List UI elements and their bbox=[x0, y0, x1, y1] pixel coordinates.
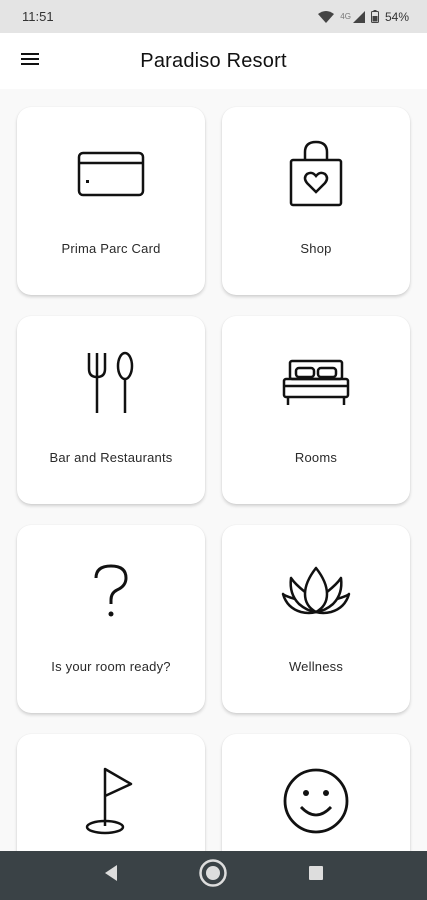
wifi-icon bbox=[318, 10, 335, 23]
shopping-bag-heart-icon bbox=[222, 139, 410, 209]
tile-bar-and-restaurants[interactable]: Bar and Restaurants bbox=[17, 316, 205, 504]
golf-flag-icon bbox=[17, 766, 205, 836]
back-triangle-icon bbox=[103, 864, 119, 887]
tile-label: Is your room ready? bbox=[51, 659, 171, 674]
status-icons: 4G 54% bbox=[318, 10, 409, 24]
tile-label: Rooms bbox=[294, 450, 338, 465]
tile-grid: Prima Parc Card Shop Bar and Restaurants… bbox=[17, 107, 410, 851]
status-bar: 11:51 4G 54% bbox=[0, 0, 427, 33]
page-title: Paradiso Resort bbox=[140, 50, 287, 72]
recents-square-icon bbox=[308, 865, 324, 886]
tile-prima-parc-card[interactable]: Prima Parc Card bbox=[17, 107, 205, 295]
system-nav-bar bbox=[0, 851, 427, 900]
tile-label: Shop bbox=[300, 241, 332, 256]
battery-percent: 54% bbox=[384, 9, 409, 24]
tile-golf[interactable] bbox=[17, 734, 205, 851]
tile-rooms[interactable]: Rooms bbox=[222, 316, 410, 504]
cell-signal-icon bbox=[352, 10, 365, 23]
fork-spoon-icon bbox=[17, 348, 205, 418]
credit-card-icon bbox=[17, 139, 205, 209]
home-circle-icon bbox=[198, 858, 228, 893]
tile-label: Bar and Restaurants bbox=[49, 450, 173, 465]
back-button[interactable] bbox=[91, 856, 131, 896]
tile-label: Wellness bbox=[288, 659, 344, 674]
question-mark-icon bbox=[17, 557, 205, 627]
home-button[interactable] bbox=[193, 856, 233, 896]
battery-icon bbox=[370, 10, 379, 23]
hamburger-menu-icon bbox=[20, 51, 40, 72]
app-bar: Paradiso Resort bbox=[0, 33, 427, 89]
tile-grid-scroll-area[interactable]: Prima Parc Card Shop Bar and Restaurants… bbox=[0, 89, 427, 851]
tile-is-your-room-ready[interactable]: Is your room ready? bbox=[17, 525, 205, 713]
network-type-label: 4G bbox=[340, 11, 351, 21]
smiley-face-icon bbox=[222, 766, 410, 836]
tile-wellness[interactable]: Wellness bbox=[222, 525, 410, 713]
lotus-icon bbox=[222, 557, 410, 627]
tile-feedback[interactable] bbox=[222, 734, 410, 851]
menu-button[interactable] bbox=[14, 47, 46, 75]
recents-button[interactable] bbox=[296, 856, 336, 896]
bed-icon bbox=[222, 348, 410, 418]
status-time: 11:51 bbox=[22, 9, 54, 24]
tile-shop[interactable]: Shop bbox=[222, 107, 410, 295]
tile-label: Prima Parc Card bbox=[61, 241, 161, 256]
